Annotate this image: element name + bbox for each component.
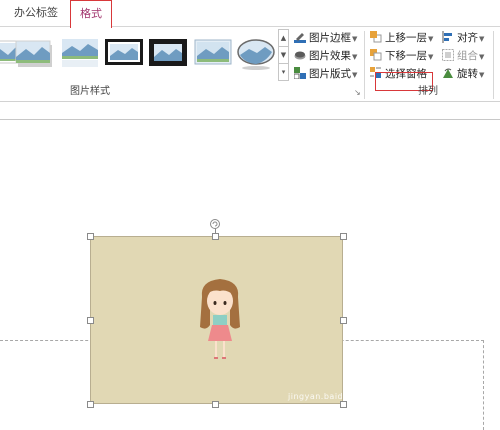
align-icon	[442, 31, 454, 43]
picture-effects-label: 图片效果	[309, 50, 351, 62]
resize-handle-top[interactable]	[212, 233, 219, 240]
chevron-down-icon: ▼	[428, 53, 434, 61]
picture-styles-group-label: 图片样式	[70, 86, 110, 97]
rotate-icon	[442, 67, 454, 79]
bring-forward-label: 上移一层	[385, 32, 427, 44]
gallery-up-icon[interactable]: ▲	[279, 30, 288, 47]
group-separator	[493, 31, 494, 99]
resize-handle-bottom-left[interactable]	[87, 401, 94, 408]
resize-handle-right[interactable]	[340, 317, 347, 324]
bring-forward-button[interactable]: 上移一层▼	[370, 29, 433, 47]
chevron-down-icon: ▼	[479, 35, 485, 43]
resize-handle-bottom-right[interactable]	[340, 401, 347, 408]
resize-handle-top-right[interactable]	[340, 233, 347, 240]
picture-style-black-frame[interactable]	[104, 35, 144, 71]
picture-style-reflected[interactable]	[60, 35, 100, 71]
chevron-down-icon: ▼	[352, 53, 358, 61]
resize-handle-left[interactable]	[87, 317, 94, 324]
group-separator	[364, 31, 365, 99]
tab-format[interactable]: 格式	[70, 0, 112, 28]
rotate-button[interactable]: 旋转▼	[442, 65, 484, 83]
send-backward-button[interactable]: 下移一层▼	[370, 47, 433, 65]
rotate-handle-icon[interactable]	[209, 215, 221, 229]
resize-handle-top-left[interactable]	[87, 233, 94, 240]
group-button[interactable]: 组合▼	[442, 47, 484, 65]
pencil-border-icon	[294, 31, 306, 43]
picture-style-shadow[interactable]	[14, 35, 54, 71]
gallery-more-icon[interactable]: ▾	[279, 64, 288, 81]
picture-style-oval[interactable]	[236, 35, 276, 71]
gallery-down-icon[interactable]: ▼	[279, 47, 288, 64]
arrange-group-label: 排列	[418, 86, 438, 97]
chevron-down-icon: ▼	[479, 71, 485, 79]
align-button[interactable]: 对齐▼	[442, 29, 484, 47]
chevron-down-icon: ▼	[352, 35, 358, 43]
send-backward-label: 下移一层	[385, 50, 427, 62]
tab-office-label[interactable]: 办公标签	[8, 0, 64, 26]
ribbon-panel: ▲ ▼ ▾ 图片边框▼ 图片效果▼ 图片版式▼ 图片样式 ↘ 上移一层▼ 下移一…	[0, 26, 500, 102]
ribbon-tab-bar: 办公标签 格式	[0, 0, 500, 28]
layout-icon	[293, 67, 306, 80]
chevron-down-icon: ▼	[479, 53, 485, 61]
watermark: jingyan.baidu.com	[288, 392, 371, 401]
picture-border-button[interactable]: 图片边框▼	[294, 29, 357, 47]
dialog-launcher-icon[interactable]: ↘	[354, 88, 361, 97]
group-icon	[442, 49, 454, 61]
align-label: 对齐	[457, 32, 478, 44]
group-label: 组合	[457, 50, 478, 62]
picture-style-thick-black-frame[interactable]	[148, 35, 188, 71]
rotate-label: 旋转	[457, 68, 478, 80]
girl-illustration	[200, 279, 240, 359]
chevron-down-icon: ▼	[352, 71, 358, 79]
picture-effects-button[interactable]: 图片效果▼	[294, 47, 357, 65]
picture-style-soft-edge[interactable]	[193, 35, 233, 71]
ruler-line	[0, 119, 500, 120]
effects-icon	[294, 49, 306, 61]
chevron-down-icon: ▼	[428, 35, 434, 43]
gallery-scroll[interactable]: ▲ ▼ ▾	[278, 29, 289, 81]
picture-layout-button[interactable]: 图片版式▼	[293, 65, 358, 83]
picture-border-label: 图片边框	[309, 32, 351, 44]
send-backward-icon	[370, 49, 382, 61]
picture-layout-label: 图片版式	[309, 68, 351, 80]
resize-handle-bottom[interactable]	[212, 401, 219, 408]
ruler-area	[0, 103, 500, 133]
bring-forward-icon	[370, 31, 382, 43]
